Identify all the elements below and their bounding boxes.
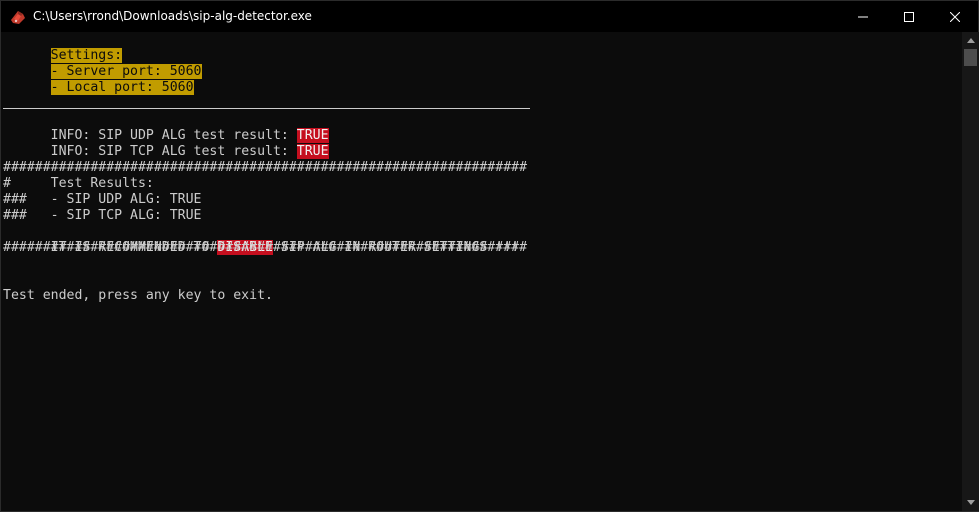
chevron-up-icon	[966, 38, 975, 43]
local-port-text: - Local port: 5060	[50, 80, 194, 95]
scroll-up-button[interactable]	[962, 32, 979, 49]
minimize-icon	[858, 16, 868, 17]
scroll-down-button[interactable]	[962, 494, 979, 511]
maximize-icon	[904, 11, 914, 22]
server-port-line: - Server port: 5060	[3, 48, 202, 79]
info-tcp-line: INFO: SIP TCP ALG test result: TRUE	[3, 128, 329, 159]
hash-border-top: ########################################…	[3, 160, 528, 175]
results-udp-line: ### - SIP UDP ALG: TRUE	[3, 192, 202, 207]
console-app-icon	[9, 8, 27, 26]
close-button[interactable]	[932, 1, 978, 32]
results-header: # Test Results:	[3, 176, 154, 191]
maximize-button[interactable]	[886, 1, 932, 32]
local-port-line: - Local port: 5060	[3, 64, 194, 95]
window-title: C:\Users\rrond\Downloads\sip-alg-detecto…	[33, 9, 312, 23]
hash-border-bottom: ########################################…	[3, 240, 528, 255]
close-icon	[950, 11, 960, 22]
info-udp-line: INFO: SIP UDP ALG test result: TRUE	[3, 112, 329, 143]
info-tcp-text: INFO: SIP TCP ALG test result:	[50, 144, 297, 159]
console-output[interactable]: Settings: - Server port: 5060 - Local po…	[1, 32, 961, 511]
exit-message: Test ended, press any key to exit.	[3, 288, 273, 303]
info-tcp-result: TRUE	[296, 144, 329, 159]
scrollbar-thumb[interactable]	[964, 49, 977, 66]
settings-header-line: Settings:	[3, 32, 123, 63]
results-tcp-line: ### - SIP TCP ALG: TRUE	[3, 208, 202, 223]
title-bar[interactable]: C:\Users\rrond\Downloads\sip-alg-detecto…	[1, 1, 978, 32]
minimize-button[interactable]	[840, 1, 886, 32]
chevron-down-icon	[966, 500, 975, 505]
recommendation-line: IT IS RECOMMENDED TO DISABLE SIP ALG IN …	[3, 224, 519, 255]
console-window: C:\Users\rrond\Downloads\sip-alg-detecto…	[0, 0, 979, 512]
separator-line	[3, 108, 530, 109]
vertical-scrollbar[interactable]	[962, 32, 979, 511]
